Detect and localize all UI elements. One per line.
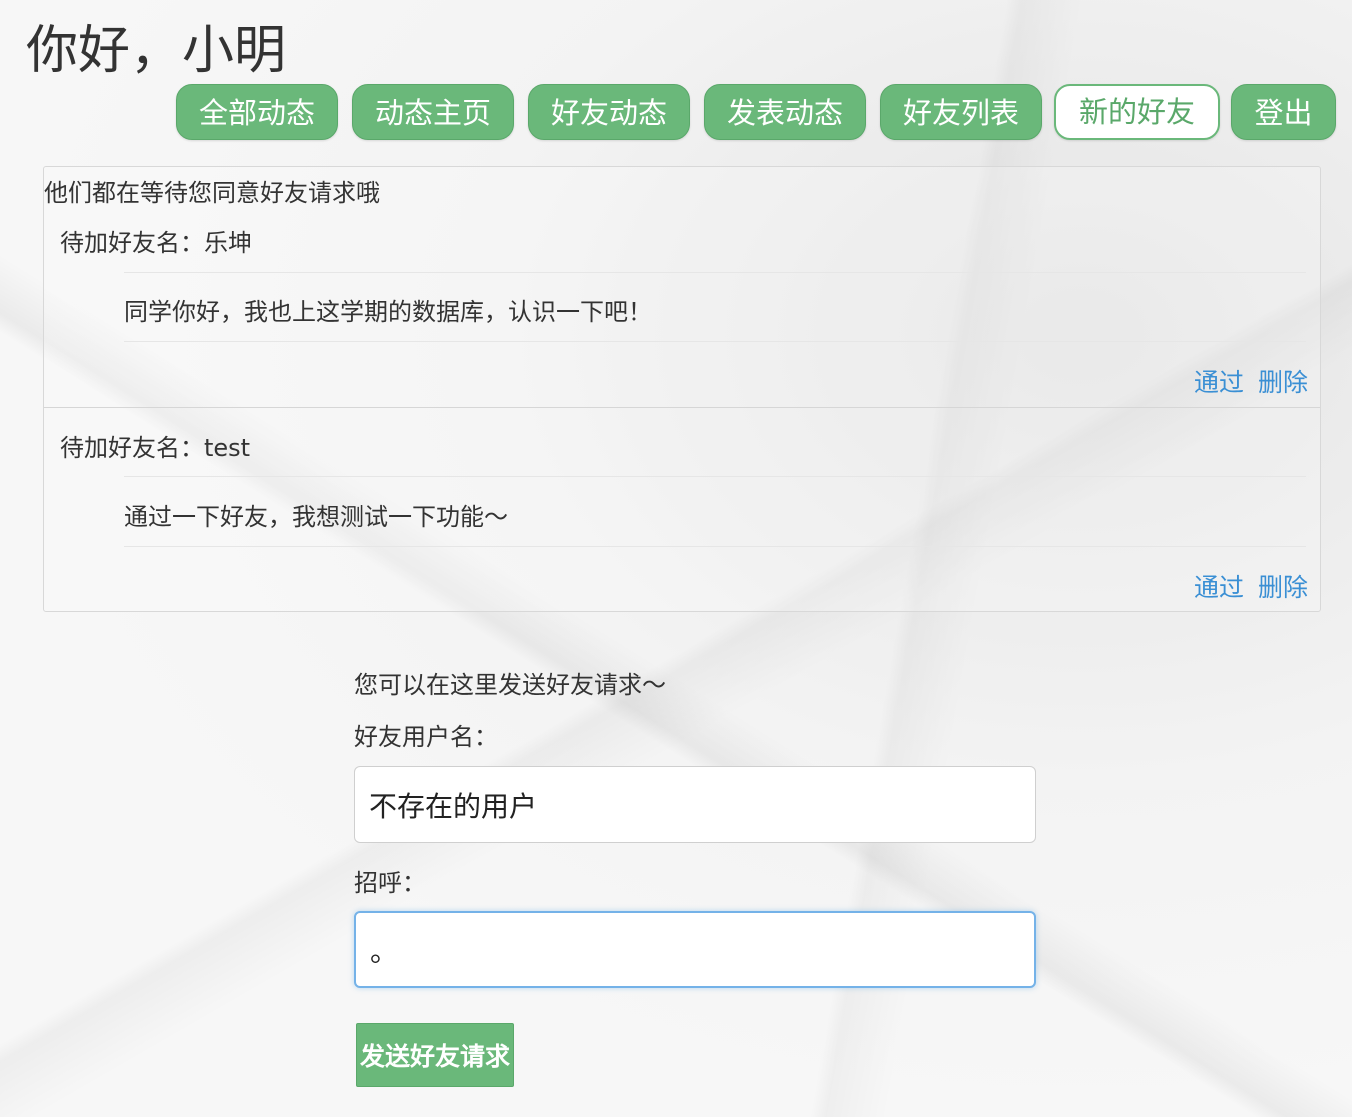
divider bbox=[124, 272, 1306, 273]
request-message: 同学你好，我也上这学期的数据库，认识一下吧！ bbox=[124, 298, 652, 326]
request-message: 通过一下好友，我想测试一下功能～ bbox=[124, 503, 508, 531]
send-request-button[interactable]: 发送好友请求 bbox=[356, 1023, 514, 1087]
delete-link[interactable]: 删除 bbox=[1258, 368, 1308, 397]
page-greeting: 你好，小明 bbox=[26, 21, 287, 81]
friend-request-item: 待加好友名：test 通过一下好友，我想测试一下功能～ 通过 删除 bbox=[44, 407, 1320, 614]
nav-all-posts-button[interactable]: 全部动态 bbox=[176, 84, 338, 140]
nav-new-friends-button[interactable]: 新的好友 bbox=[1054, 84, 1220, 140]
divider bbox=[124, 341, 1306, 342]
approve-link[interactable]: 通过 bbox=[1194, 573, 1244, 602]
request-actions: 通过 删除 bbox=[1180, 363, 1308, 399]
greeting-input[interactable] bbox=[354, 911, 1036, 988]
send-request-hint: 您可以在这里发送好友请求～ bbox=[354, 671, 666, 699]
nav-posts-home-button[interactable]: 动态主页 bbox=[352, 84, 514, 140]
nav-friend-posts-button[interactable]: 好友动态 bbox=[528, 84, 690, 140]
approve-link[interactable]: 通过 bbox=[1194, 368, 1244, 397]
pending-requests-title: 他们都在等待您同意好友请求哦 bbox=[44, 179, 380, 207]
nav-logout-button[interactable]: 登出 bbox=[1231, 84, 1336, 140]
delete-link[interactable]: 删除 bbox=[1258, 573, 1308, 602]
request-name-line: 待加好友名：乐坤 bbox=[60, 229, 252, 257]
request-name-line: 待加好友名：test bbox=[60, 434, 251, 462]
username-input[interactable] bbox=[354, 766, 1036, 843]
request-actions: 通过 删除 bbox=[1180, 568, 1308, 604]
nav-publish-post-button[interactable]: 发表动态 bbox=[704, 84, 866, 140]
friend-request-item: 待加好友名：乐坤 同学你好，我也上这学期的数据库，认识一下吧！ 通过 删除 bbox=[44, 207, 1320, 407]
nav-friend-list-button[interactable]: 好友列表 bbox=[880, 84, 1042, 140]
username-label: 好友用户名： bbox=[354, 723, 498, 751]
greeting-label: 招呼： bbox=[354, 869, 426, 897]
pending-requests-panel: 他们都在等待您同意好友请求哦 待加好友名：乐坤 同学你好，我也上这学期的数据库，… bbox=[43, 166, 1321, 612]
divider bbox=[124, 546, 1306, 547]
divider bbox=[124, 476, 1306, 477]
